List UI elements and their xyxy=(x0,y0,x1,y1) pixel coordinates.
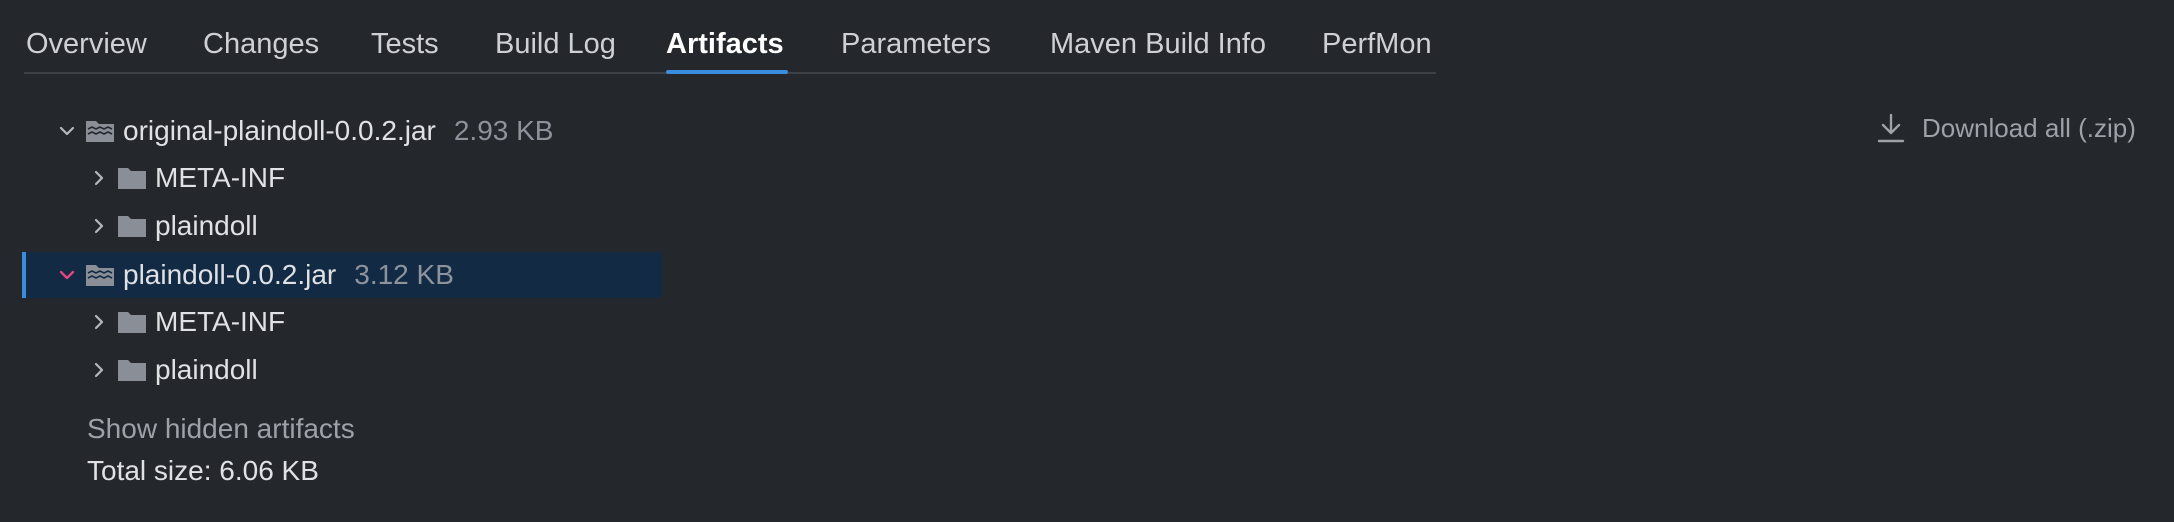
download-all-label: Download all (.zip) xyxy=(1922,112,2136,143)
tab-overview[interactable]: Overview xyxy=(26,28,147,60)
folder-icon xyxy=(118,360,146,381)
tree-row-artifact[interactable]: original-plaindoll-0.0.2.jar 2.93 KB xyxy=(56,108,553,154)
tree-row-folder[interactable]: plaindoll xyxy=(88,347,258,393)
folder-name: plaindoll xyxy=(155,354,258,385)
folder-name: plaindoll xyxy=(155,210,258,241)
tab-bar: Overview Changes Tests Build Log Artifac… xyxy=(24,0,1436,74)
artifact-size: 2.93 KB xyxy=(453,115,554,146)
artifacts-panel: Overview Changes Tests Build Log Artifac… xyxy=(0,0,2174,522)
tree-row-folder[interactable]: plaindoll xyxy=(88,203,258,249)
tab-tests[interactable]: Tests xyxy=(371,28,439,60)
chevron-right-icon[interactable] xyxy=(88,167,110,189)
tree-row-folder[interactable]: META-INF xyxy=(88,155,285,201)
tab-maven-build-info[interactable]: Maven Build Info xyxy=(1050,28,1266,60)
folder-icon xyxy=(118,312,146,333)
download-icon xyxy=(1877,113,1905,143)
download-all-button[interactable]: Download all (.zip) xyxy=(1876,112,2136,144)
selected-row-indicator xyxy=(22,252,26,298)
chevron-down-icon[interactable] xyxy=(56,264,78,286)
show-hidden-artifacts-link[interactable]: Show hidden artifacts xyxy=(87,413,355,445)
tab-changes[interactable]: Changes xyxy=(203,28,319,60)
folder-icon xyxy=(118,168,146,189)
active-tab-indicator xyxy=(666,70,788,74)
total-size: Total size: 6.06 KB xyxy=(87,455,319,486)
chevron-down-icon[interactable] xyxy=(56,120,78,142)
tab-perfmon[interactable]: PerfMon xyxy=(1322,28,1432,60)
chevron-right-icon[interactable] xyxy=(88,215,110,237)
archive-icon xyxy=(86,265,114,286)
tree-row-artifact[interactable]: plaindoll-0.0.2.jar 3.12 KB xyxy=(56,252,454,298)
tab-build-log[interactable]: Build Log xyxy=(495,28,616,60)
artifact-size: 3.12 KB xyxy=(354,259,454,290)
folder-icon xyxy=(118,216,146,237)
folder-name: META-INF xyxy=(155,306,286,337)
folder-name: META-INF xyxy=(155,162,286,193)
chevron-right-icon[interactable] xyxy=(88,359,110,381)
artifact-name: plaindoll-0.0.2.jar xyxy=(123,259,337,290)
tree-row-folder[interactable]: META-INF xyxy=(88,299,285,345)
archive-icon xyxy=(86,121,114,142)
artifact-name: original-plaindoll-0.0.2.jar xyxy=(123,115,436,146)
tab-artifacts[interactable]: Artifacts xyxy=(666,28,784,60)
chevron-right-icon[interactable] xyxy=(88,311,110,333)
tab-parameters[interactable]: Parameters xyxy=(841,28,991,60)
